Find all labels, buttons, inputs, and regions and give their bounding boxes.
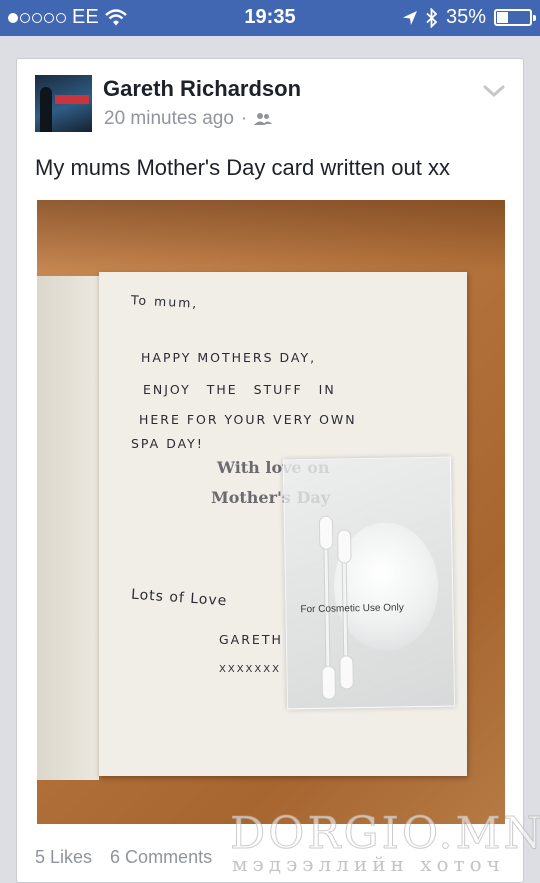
handwriting-closing: Lots of Love <box>130 586 228 610</box>
handwriting-signature: GARETH <box>219 632 283 647</box>
post-card: Gareth Richardson 20 minutes ago · My mu… <box>16 58 524 883</box>
post-photo[interactable]: To mum, HAPPY MOTHERS DAY, ENJOY THE STU… <box>37 200 505 824</box>
cosmetic-pouch: For Cosmetic Use Only <box>282 456 456 710</box>
comments-count[interactable]: 6 Comments <box>110 847 212 868</box>
handwriting-line3: HERE FOR YOUR VERY OWN <box>139 412 357 427</box>
handwriting-line4: SPA DAY! <box>131 436 204 451</box>
pouch-label: For Cosmetic Use Only <box>300 602 404 616</box>
author-avatar[interactable] <box>35 75 92 132</box>
feed-gap <box>0 36 540 58</box>
author-name[interactable]: Gareth Richardson <box>103 76 301 102</box>
battery-icon <box>494 9 536 26</box>
handwriting-kisses: XXXXXXX <box>219 664 281 675</box>
battery-fill <box>497 12 508 23</box>
battery-percent: 35% <box>445 6 486 28</box>
post-meta: 20 minutes ago · <box>104 108 273 130</box>
bluetooth-icon <box>426 7 438 28</box>
status-right: 35% <box>402 6 536 29</box>
post-text: My mums Mother's Day card written out xx <box>35 155 450 180</box>
post-timestamp[interactable]: 20 minutes ago <box>104 108 234 130</box>
chevron-down-icon[interactable] <box>483 83 505 99</box>
post-footer: 5 Likes 6 Comments <box>35 847 212 868</box>
likes-count[interactable]: 5 Likes <box>35 847 92 868</box>
card-left-page <box>37 276 99 780</box>
location-arrow-icon <box>402 10 417 25</box>
handwriting-greeting: To mum, <box>130 292 199 311</box>
handwriting-line2: ENJOY THE STUFF IN <box>143 382 336 397</box>
friends-icon <box>254 113 273 125</box>
meta-separator: · <box>240 108 248 129</box>
status-bar: EE 19:35 35% <box>0 0 540 36</box>
handwriting-line1: HAPPY MOTHERS DAY, <box>141 350 317 365</box>
